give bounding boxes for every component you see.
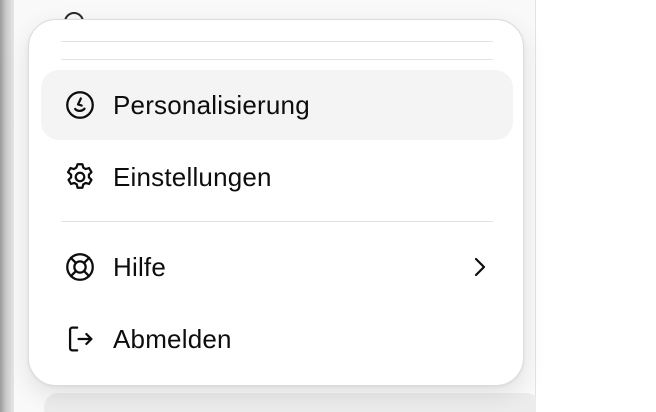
account-menu: Personalisierung Einstellungen Hilfe Abm… (28, 19, 524, 386)
menu-item-label: Personalisierung (113, 89, 310, 120)
menu-divider (61, 221, 493, 222)
gear-icon (63, 160, 97, 194)
sidebar-bottom-item[interactable] (44, 393, 540, 412)
menu-item-help[interactable]: Hilfe (41, 232, 513, 302)
personalization-icon (63, 88, 97, 122)
main-content (536, 0, 656, 412)
menu-item-logout[interactable]: Abmelden (41, 304, 513, 374)
lifebuoy-icon (63, 250, 97, 284)
menu-item-label: Abmelden (113, 323, 232, 354)
menu-item-settings[interactable]: Einstellungen (41, 142, 513, 212)
screen: Personalisierung Einstellungen Hilfe Abm… (0, 0, 656, 412)
menu-divider (61, 59, 493, 60)
menu-item-label: Hilfe (113, 251, 167, 282)
menu-divider (61, 41, 493, 42)
menu-item-label: Einstellungen (113, 161, 272, 192)
window-edge (0, 0, 14, 412)
logout-icon (63, 322, 97, 356)
chevron-right-icon (469, 253, 491, 281)
menu-item-personalization[interactable]: Personalisierung (41, 70, 513, 140)
